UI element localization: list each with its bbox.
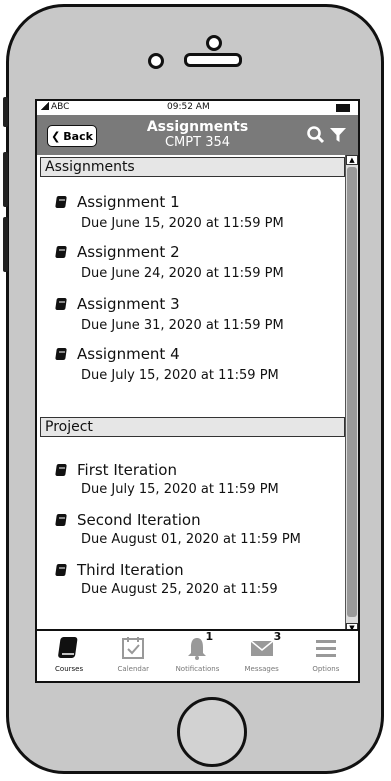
status-bar: ABC 09:52 AM [37,101,358,116]
carrier-label: ABC [41,102,69,112]
item-title: Assignment 4 [77,345,180,363]
item-due-date: Due July 15, 2020 at 11:59 PM [81,482,279,497]
book-icon [55,348,67,360]
tab-bar: Courses Calendar 1 Notifications 3 Messa… [37,629,358,681]
home-button[interactable] [177,697,247,767]
tab-options[interactable]: Options [296,631,356,681]
section-header-assignments: Assignments [40,157,345,177]
book-icon [55,564,67,576]
battery-icon [336,104,350,112]
section-header-project: Project [40,417,345,437]
calendar-icon [122,637,145,659]
envelope-icon [250,640,274,656]
tab-label: Messages [244,665,279,673]
tab-messages[interactable]: 3 Messages [232,630,292,681]
list-item[interactable]: Assignment 2 Due June 24, 2020 at 11:59 … [55,243,284,281]
search-icon[interactable] [306,125,326,145]
phone-screen: ABC 09:52 AM ❮ Back Assignments CMPT 354… [35,99,360,683]
item-title: Assignment 3 [77,295,180,313]
tab-calendar[interactable]: Calendar [103,631,163,681]
item-title: First Iteration [77,461,177,479]
item-due-date: Due August 25, 2020 at 11:59 [81,582,278,597]
messages-badge: 3 [273,630,282,643]
item-title: Second Iteration [77,511,201,529]
volume-up-button [3,152,8,207]
camera-icon [206,35,222,51]
item-due-date: Due July 15, 2020 at 11:59 PM [81,368,279,383]
book-icon [58,637,78,658]
menu-icon [315,640,336,657]
notifications-badge: 1 [205,630,214,643]
tab-label: Courses [55,665,84,673]
list-item[interactable]: Assignment 3 Due June 31, 2020 at 11:59 … [55,295,284,333]
item-title: Assignment 1 [77,193,180,211]
list-item[interactable]: Third Iteration Due August 25, 2020 at 1… [55,561,278,597]
tab-notifications[interactable]: 1 Notifications [167,630,227,681]
book-icon [55,464,67,476]
item-title: Third Iteration [77,561,184,579]
speaker-grille [184,53,242,67]
scrollbar[interactable]: ▲ ▼ [345,155,358,633]
book-icon [55,298,67,310]
signal-icon [41,102,49,110]
item-due-date: Due June 31, 2020 at 11:59 PM [81,318,284,333]
filter-icon[interactable] [328,125,348,145]
tab-courses[interactable]: Courses [39,631,99,681]
list-item[interactable]: First Iteration Due July 15, 2020 at 11:… [55,461,279,497]
book-icon [55,514,67,526]
list-item[interactable]: Assignment 1 Due June 15, 2020 at 11:59 … [55,193,284,231]
content-list: Assignments Assignment 1 Due June 15, 20… [37,155,347,633]
item-title: Assignment 2 [77,243,180,261]
item-due-date: Due June 24, 2020 at 11:59 PM [81,266,284,281]
status-time: 09:52 AM [167,102,210,112]
list-item[interactable]: Assignment 4 Due July 15, 2020 at 11:59 … [55,345,279,383]
front-camera-icon [148,53,164,69]
tab-label: Options [312,665,340,673]
list-item[interactable]: Second Iteration Due August 01, 2020 at … [55,511,301,547]
nav-bar: ❮ Back Assignments CMPT 354 [37,115,358,155]
scroll-up-arrow-icon[interactable]: ▲ [346,155,358,165]
item-due-date: Due June 15, 2020 at 11:59 PM [81,216,284,231]
tab-label: Notifications [175,665,220,673]
book-icon [55,196,67,208]
item-due-date: Due August 01, 2020 at 11:59 PM [81,532,301,547]
scroll-thumb[interactable] [347,167,357,617]
volume-down-button [3,217,8,272]
book-icon [55,246,67,258]
mute-switch [3,97,8,127]
tab-label: Calendar [117,665,150,673]
